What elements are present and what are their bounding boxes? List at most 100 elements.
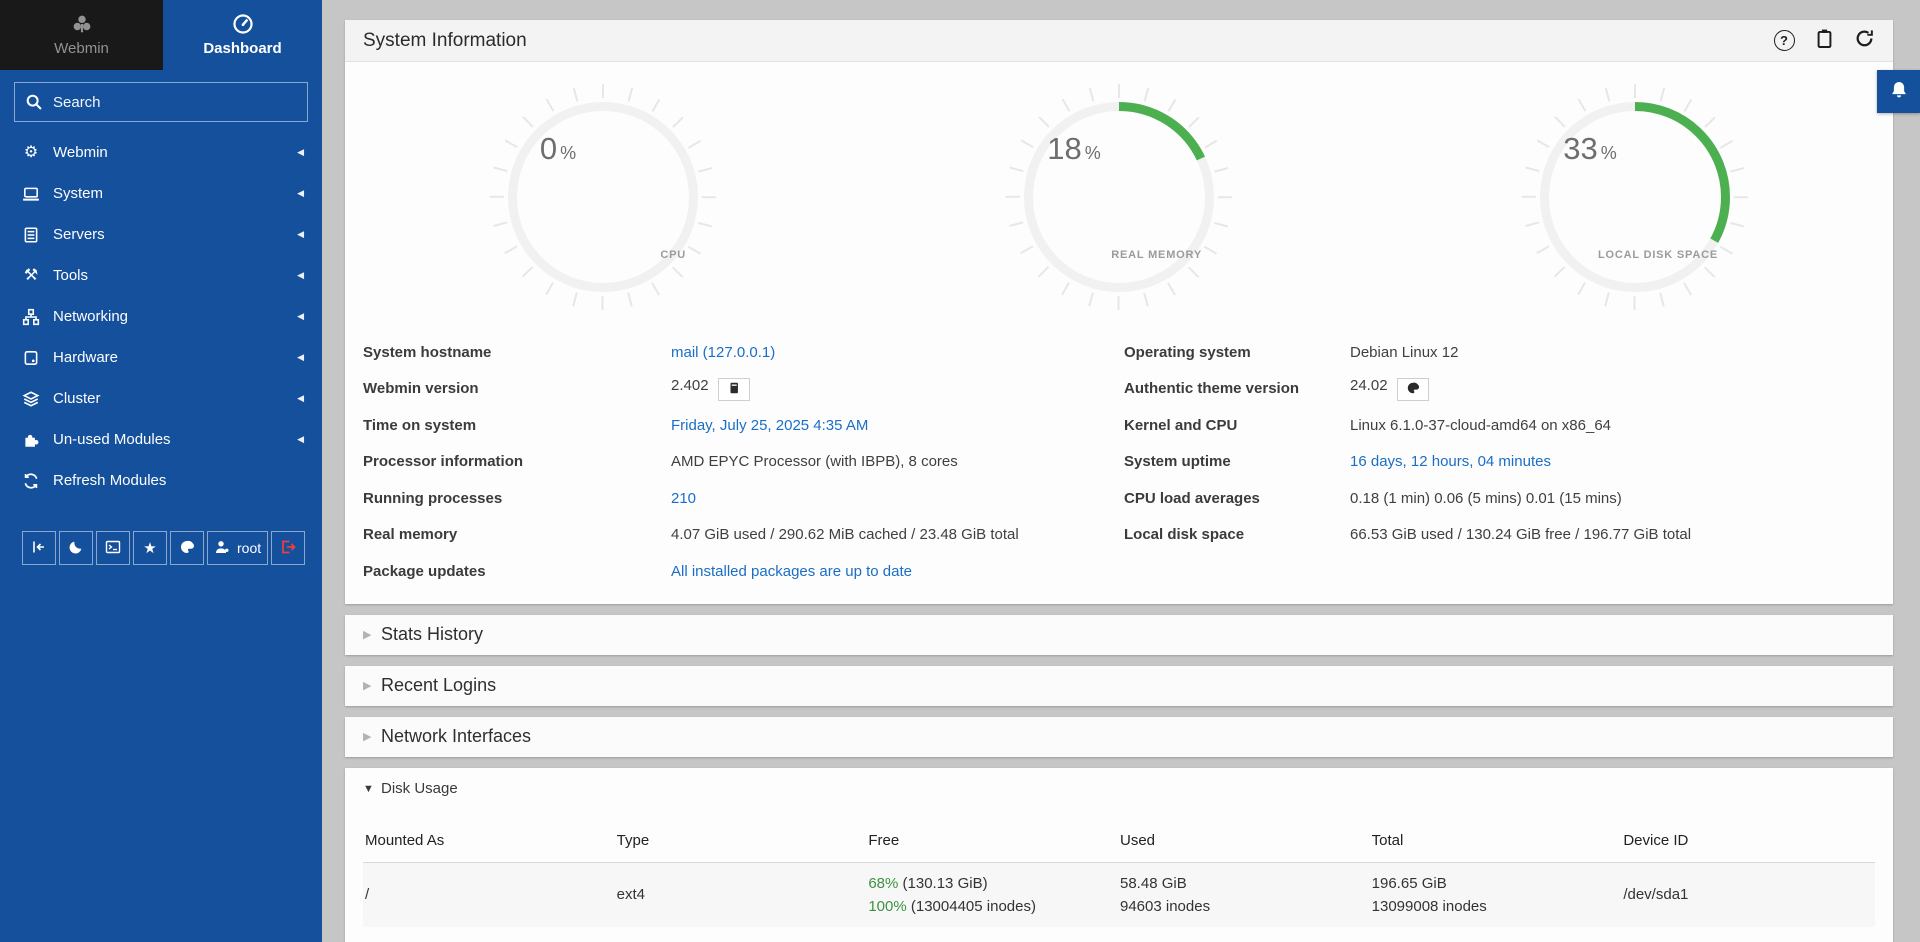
chevron-down-icon: ▼ [363, 783, 381, 795]
puzzle-icon [22, 431, 40, 449]
sidebar-item-label: Refresh Modules [53, 472, 166, 489]
collapse-sidebar-button[interactable] [22, 531, 56, 565]
terminal-button[interactable] [96, 531, 130, 565]
clipboard-button[interactable] [1813, 30, 1835, 52]
sidebar-item-label: Un-used Modules [53, 431, 171, 448]
system-information-header: System Information ? [345, 20, 1893, 62]
layers-icon [22, 390, 40, 408]
tools-icon: ⚒ [22, 267, 40, 285]
sidebar-search [14, 82, 308, 122]
chevron-left-icon: ◀ [297, 229, 304, 240]
webmin-version-value: 2.402 [671, 377, 1124, 402]
logout-icon [280, 539, 296, 558]
refresh-icon [22, 472, 40, 490]
tab-dashboard-label: Dashboard [203, 40, 281, 57]
info-label: Real memory [363, 526, 671, 543]
disk-usage-table: Mounted As Type Free Used Total Device I… [363, 832, 1875, 927]
running-processes-link[interactable]: 210 [671, 490, 696, 507]
chevron-left-icon: ◀ [297, 270, 304, 281]
changelog-book-icon [727, 381, 741, 399]
palette-icon [179, 539, 195, 558]
theme-changelog-button[interactable] [1397, 378, 1429, 401]
chevron-right-icon: ▶ [363, 730, 381, 743]
theme-palette-button[interactable] [170, 531, 204, 565]
sidebar-tabs: Webmin Dashboard [0, 0, 322, 70]
tab-webmin[interactable]: Webmin [0, 0, 163, 70]
cell-type: ext4 [617, 883, 869, 906]
changelog-button[interactable] [718, 378, 750, 401]
col-header-total: Total [1372, 832, 1624, 849]
sidebar-item-cluster[interactable]: Cluster ◀ [0, 378, 322, 419]
real-memory-gauge-value: 18% [1047, 131, 1101, 167]
webmin-logo-icon [71, 13, 93, 35]
chevron-left-icon: ◀ [297, 147, 304, 158]
disk-usage-panel-header[interactable]: ▼ Disk Usage [345, 768, 1893, 810]
tab-dashboard[interactable]: Dashboard [163, 0, 322, 70]
search-icon [25, 93, 43, 111]
user-label: root [237, 540, 261, 556]
processor-info-value: AMD EPYC Processor (with IBPB), 8 cores [671, 453, 1124, 470]
sidebar-item-webmin[interactable]: ⚙ Webmin ◀ [0, 132, 322, 173]
collapse-icon [31, 539, 47, 558]
sidebar-item-label: Networking [53, 308, 128, 325]
sidebar-item-networking[interactable]: Networking ◀ [0, 296, 322, 337]
operating-system-value: Debian Linux 12 [1350, 344, 1875, 361]
sidebar-footer: ★ root [0, 531, 322, 565]
package-updates-link[interactable]: All installed packages are up to date [671, 563, 912, 580]
sidebar-item-label: Cluster [53, 390, 101, 407]
search-input[interactable] [14, 82, 308, 122]
system-uptime-link[interactable]: 16 days, 12 hours, 04 minutes [1350, 453, 1551, 470]
help-button[interactable]: ? [1773, 30, 1795, 52]
moon-icon [68, 539, 84, 558]
chevron-left-icon: ◀ [297, 352, 304, 363]
disk-usage-panel: ▼ Disk Usage Mounted As Type Free Used T… [345, 768, 1893, 942]
table-row: / ext4 68% (130.13 GiB) 100% (13004405 i… [363, 863, 1875, 927]
notifications-button[interactable] [1877, 70, 1920, 113]
system-information-panel: System Information ? [345, 20, 1893, 604]
col-header-used: Used [1120, 832, 1372, 849]
info-label: Operating system [1124, 344, 1350, 361]
page-title: System Information [363, 30, 527, 52]
star-icon: ★ [143, 541, 156, 556]
info-label: Webmin version [363, 380, 671, 397]
col-header-device-id: Device ID [1623, 832, 1875, 849]
network-icon [22, 308, 40, 326]
favorites-button[interactable]: ★ [133, 531, 167, 565]
user-button[interactable]: root [207, 531, 268, 565]
sidebar-item-system[interactable]: System ◀ [0, 173, 322, 214]
sidebar-item-label: Webmin [53, 144, 108, 161]
sidebar-item-hardware[interactable]: Hardware ◀ [0, 337, 322, 378]
hostname-link[interactable]: mail (127.0.0.1) [671, 344, 775, 361]
time-on-system-link[interactable]: Friday, July 25, 2025 4:35 AM [671, 417, 868, 434]
system-info-table: System hostname mail (127.0.0.1) Webmin … [345, 312, 1893, 604]
user-gear-icon [214, 539, 230, 558]
chevron-right-icon: ▶ [363, 628, 381, 641]
cpu-load-value: 0.18 (1 min) 0.06 (5 mins) 0.01 (15 mins… [1350, 490, 1875, 507]
sidebar-item-label: Hardware [53, 349, 118, 366]
sidebar-item-unused-modules[interactable]: Un-used Modules ◀ [0, 419, 322, 460]
chevron-left-icon: ◀ [297, 434, 304, 445]
theme-version-value: 24.02 [1350, 377, 1875, 402]
sidebar-item-refresh-modules[interactable]: Refresh Modules [0, 460, 322, 501]
sidebar-item-servers[interactable]: Servers ◀ [0, 214, 322, 255]
cell-total: 196.65 GiB 13099008 inodes [1372, 872, 1624, 918]
server-icon [22, 226, 40, 244]
night-mode-button[interactable] [59, 531, 93, 565]
disk-table-header: Mounted As Type Free Used Total Device I… [363, 832, 1875, 863]
info-label: System uptime [1124, 453, 1350, 470]
stats-history-panel-header[interactable]: ▶ Stats History [345, 615, 1893, 655]
chevron-left-icon: ◀ [297, 393, 304, 404]
sidebar-item-tools[interactable]: ⚒ Tools ◀ [0, 255, 322, 296]
info-label: Processor information [363, 453, 671, 470]
recent-logins-panel-header[interactable]: ▶ Recent Logins [345, 666, 1893, 706]
real-memory-value: 4.07 GiB used / 290.62 MiB cached / 23.4… [671, 526, 1124, 543]
info-label: System hostname [363, 344, 671, 361]
gauges-row: 0% CPU 18% REAL MEMORY 33% [345, 62, 1893, 312]
info-label: Authentic theme version [1124, 380, 1350, 397]
hdd-icon [22, 349, 40, 367]
network-interfaces-panel-header[interactable]: ▶ Network Interfaces [345, 717, 1893, 757]
real-memory-gauge: 18% REAL MEMORY [1008, 86, 1230, 308]
cpu-gauge: 0% CPU [492, 86, 714, 308]
refresh-button[interactable] [1853, 30, 1875, 52]
logout-button[interactable] [271, 531, 305, 565]
